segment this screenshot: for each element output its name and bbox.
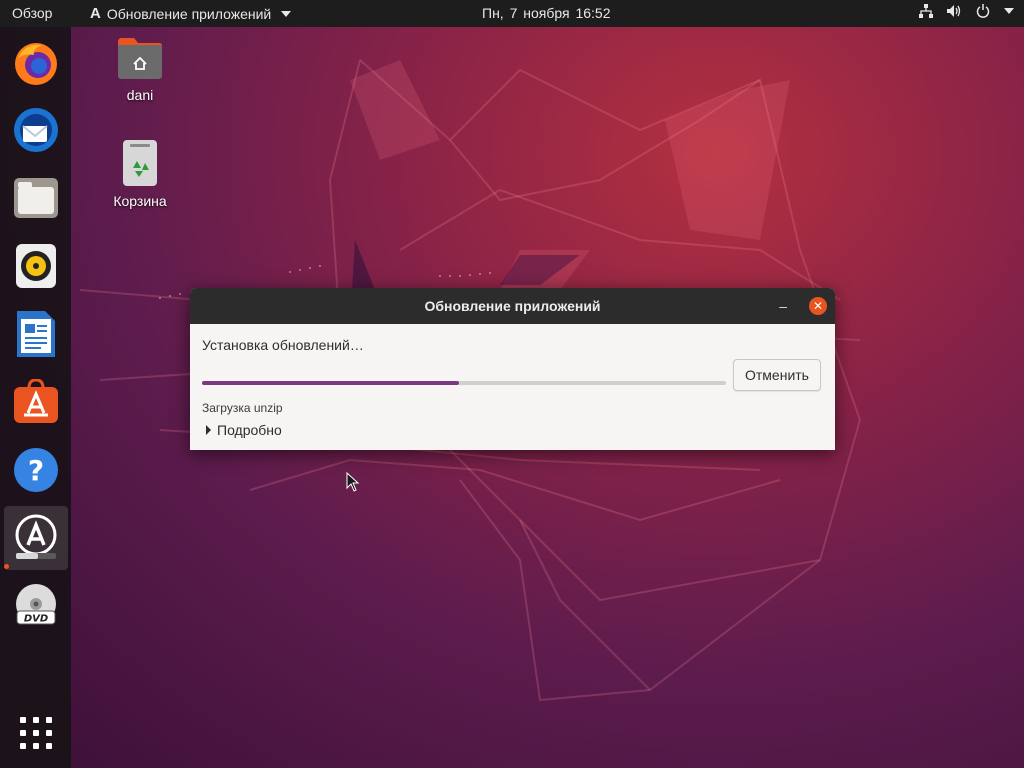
details-label: Подробно <box>217 422 282 438</box>
dock-files[interactable] <box>4 166 68 230</box>
dock-help[interactable]: ? <box>4 438 68 502</box>
trash-label: Корзина <box>113 193 167 209</box>
volume-icon[interactable] <box>947 4 962 18</box>
show-applications-icon <box>20 717 52 749</box>
desktop-home-folder[interactable]: dani <box>100 36 180 103</box>
dvd-icon: DVD <box>16 584 56 625</box>
close-button[interactable]: ✕ <box>809 297 827 315</box>
progress-bar <box>202 381 726 385</box>
power-icon[interactable] <box>976 4 990 18</box>
caret-down-icon <box>281 10 292 17</box>
rhythmbox-icon <box>16 244 56 288</box>
svg-text:DVD: DVD <box>24 614 48 625</box>
files-icon <box>14 178 58 218</box>
details-expander[interactable]: Подробно <box>206 422 282 438</box>
progress-fill <box>202 381 459 385</box>
top-bar: Обзор A Обновление приложений Пн, 7 нояб… <box>0 0 1024 27</box>
software-updater-small-icon: A <box>90 5 101 22</box>
substatus-text: Загрузка unzip <box>202 401 283 415</box>
trash-icon <box>123 140 157 186</box>
status-text: Установка обновлений… <box>202 337 364 353</box>
network-icon[interactable] <box>919 4 933 18</box>
dock-software-updater[interactable] <box>4 506 68 570</box>
clock[interactable]: Пн, 7 ноября 16:52 <box>482 5 611 21</box>
cancel-button[interactable]: Отменить <box>733 359 821 391</box>
system-tray[interactable] <box>919 4 1014 18</box>
update-dialog: Обновление приложений – ✕ Установка обно… <box>190 288 835 450</box>
running-indicator <box>4 564 9 569</box>
expander-arrow-icon <box>206 425 211 435</box>
dock-writer[interactable] <box>4 302 68 366</box>
home-folder-label: dani <box>126 87 154 103</box>
dock-show-apps[interactable] <box>4 701 68 765</box>
software-updater-icon <box>15 514 57 559</box>
dock-software[interactable] <box>4 370 68 434</box>
chevron-down-icon[interactable] <box>1004 7 1014 15</box>
dock-dvd[interactable]: DVD <box>4 574 68 638</box>
dock: ? DVD <box>0 27 71 768</box>
dock-rhythmbox[interactable] <box>4 234 68 298</box>
svg-text:?: ? <box>28 454 44 487</box>
thunderbird-icon <box>14 108 58 152</box>
minimize-button[interactable]: – <box>779 288 787 324</box>
desktop-trash[interactable]: Корзина <box>100 140 180 209</box>
app-menu[interactable]: A Обновление приложений <box>90 5 292 22</box>
home-folder-icon <box>118 38 162 79</box>
dock-firefox[interactable] <box>4 31 68 95</box>
software-icon <box>14 379 58 423</box>
firefox-icon <box>15 43 57 85</box>
help-icon: ? <box>14 448 58 492</box>
mouse-cursor-icon <box>346 472 360 492</box>
dialog-title: Обновление приложений <box>424 298 601 314</box>
libreoffice-writer-icon <box>17 311 55 357</box>
dock-thunderbird[interactable] <box>4 98 68 162</box>
dialog-titlebar[interactable]: Обновление приложений – ✕ <box>190 288 835 324</box>
app-menu-label: Обновление приложений <box>106 5 272 22</box>
activities-button[interactable]: Обзор <box>12 5 52 21</box>
